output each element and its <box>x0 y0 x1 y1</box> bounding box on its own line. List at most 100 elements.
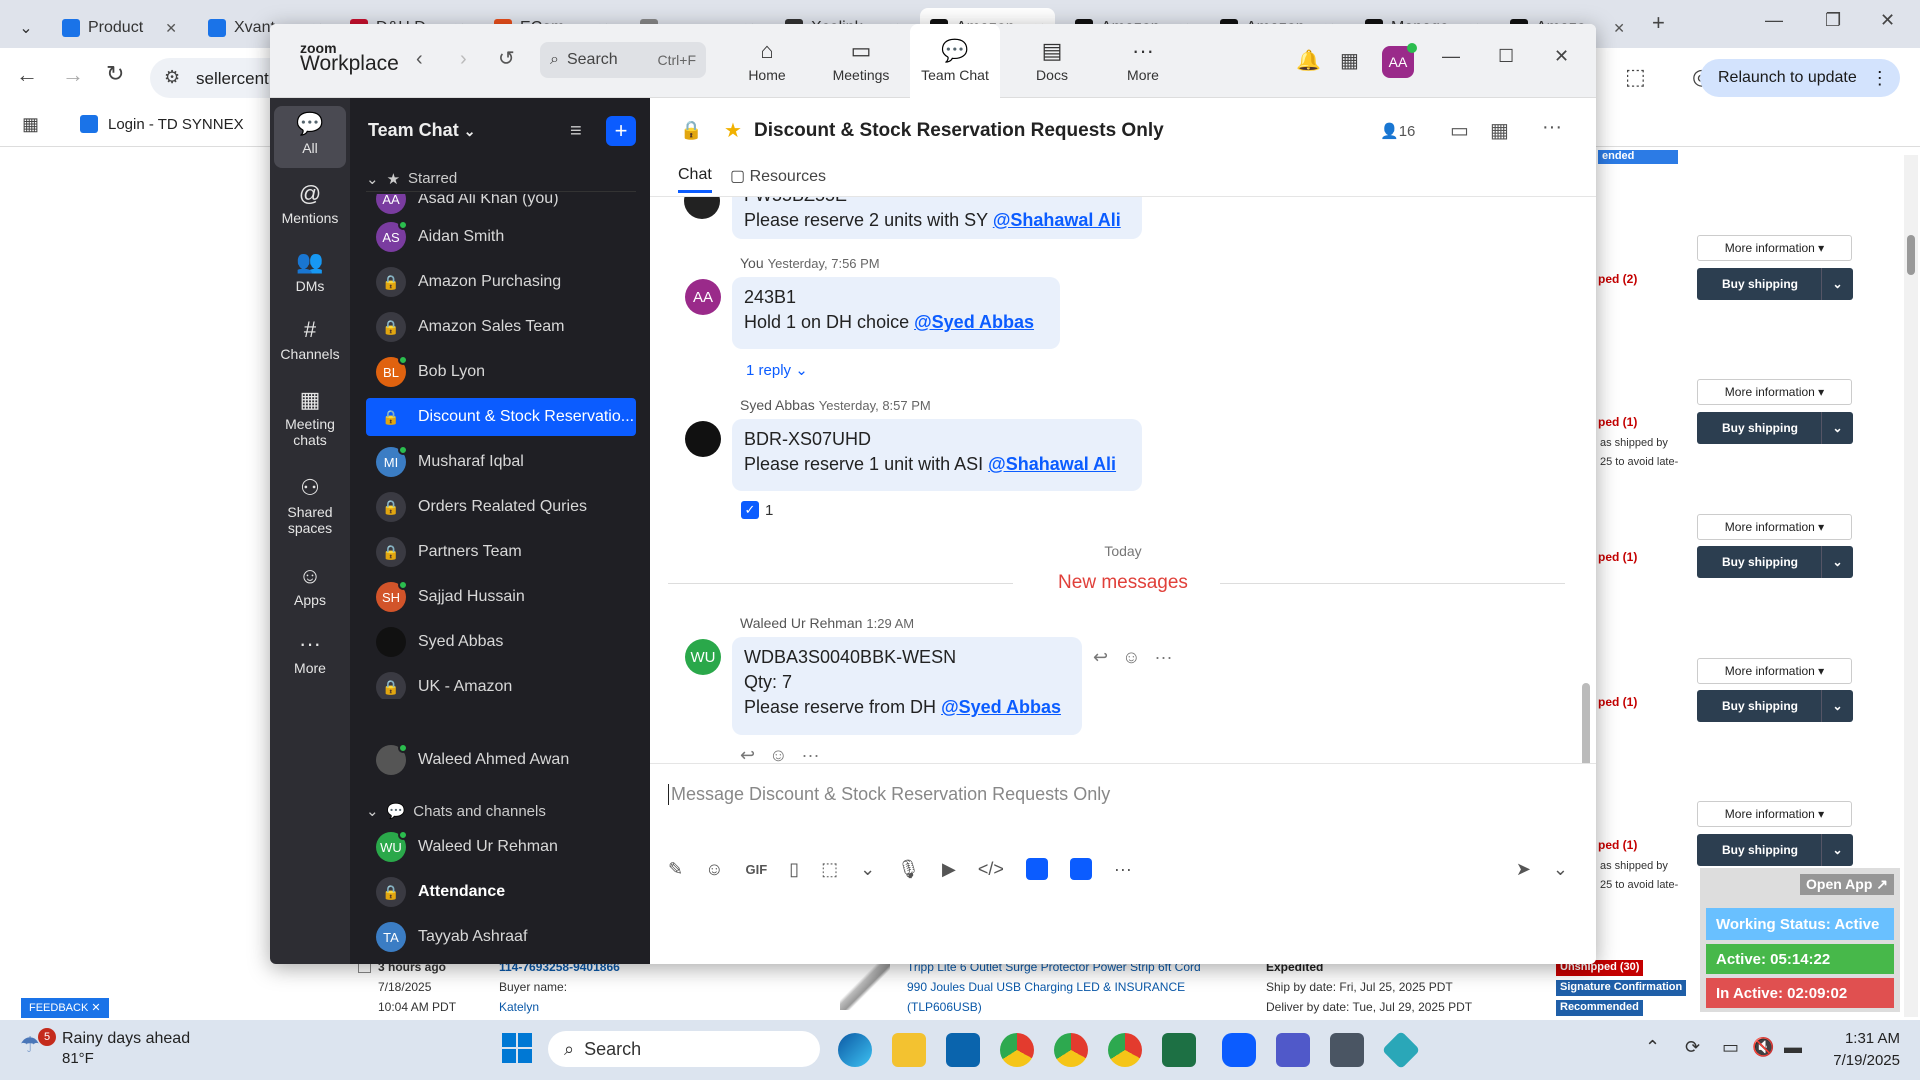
weather-title[interactable]: Rainy days ahead <box>62 1030 190 1048</box>
calendar-icon[interactable]: ▦ <box>1340 48 1359 73</box>
tab-team-chat[interactable]: 💬 Team Chat <box>910 24 1000 98</box>
list-item[interactable]: Waleed Ahmed Awan <box>366 741 636 779</box>
buyer-name-link[interactable]: Katelyn <box>499 1000 539 1014</box>
message-composer[interactable]: Message Discount & Stock Reservation Req… <box>668 784 1568 805</box>
list-item[interactable]: Syed Abbas <box>366 623 636 661</box>
site-settings-icon[interactable]: ⚙ <box>164 67 180 88</box>
filter-icon[interactable]: ≡ <box>570 120 582 143</box>
volume-muted-icon[interactable]: 🔇 <box>1752 1037 1774 1058</box>
file-icon[interactable]: ▯ <box>789 859 799 880</box>
chat-scrollbar[interactable] <box>1582 197 1590 763</box>
rail-item-all[interactable]: 💬 All <box>270 112 350 157</box>
reply-icon[interactable]: ↩ <box>1093 647 1108 668</box>
chevron-down-icon[interactable]: ⌄ <box>1821 268 1853 300</box>
back-icon[interactable]: ← <box>16 62 38 88</box>
code-icon[interactable]: </> <box>978 859 1004 880</box>
list-item[interactable]: 🔒 Partners Team <box>366 533 636 571</box>
list-item[interactable]: 🔒 Orders Realated Quries <box>366 488 636 526</box>
more-vertical-icon[interactable]: ⋮ <box>1871 68 1889 89</box>
tab-more[interactable]: ··· More <box>1088 24 1198 98</box>
extensions-icon[interactable]: ⬚ <box>1625 64 1646 90</box>
file-explorer-icon[interactable] <box>892 1033 926 1067</box>
zoom-app-icon[interactable] <box>1222 1033 1256 1067</box>
team-chat-title[interactable]: Team Chat ⌄ <box>368 120 475 141</box>
bookmark-td-synnex[interactable]: Login - TD SYNNEX <box>108 116 244 133</box>
gif-button[interactable]: GIF <box>745 862 767 877</box>
chevron-down-icon[interactable]: ⌄ <box>860 859 875 880</box>
calendar-icon[interactable]: ▦ <box>1490 118 1509 143</box>
product-image[interactable] <box>840 960 890 1010</box>
list-item[interactable]: 🔒 Amazon Sales Team <box>366 308 636 346</box>
scrollbar-thumb[interactable] <box>1582 683 1590 763</box>
maximize-icon[interactable]: ☐ <box>1498 46 1514 67</box>
close-icon[interactable]: ✕ <box>91 1002 100 1014</box>
edge-icon[interactable] <box>838 1033 872 1067</box>
bell-icon[interactable]: 🔔 <box>1296 48 1321 73</box>
list-item[interactable]: WU Waleed Ur Rehman <box>366 828 636 866</box>
product-title-line2[interactable]: 990 Joules Dual USB Charging LED & INSUR… <box>907 980 1185 994</box>
list-item[interactable]: 🔒 Amazon Purchasing <box>366 263 636 301</box>
more-icon[interactable]: ··· <box>1542 116 1562 139</box>
more-information-button[interactable]: More information ▾ <box>1697 658 1852 684</box>
more-icon[interactable]: ··· <box>801 745 819 763</box>
video-clip-icon[interactable]: ▶ <box>942 859 956 880</box>
rail-item-apps[interactable]: ☺ Apps <box>270 564 350 609</box>
emoji-reaction-icon[interactable]: ☺ <box>1122 647 1140 668</box>
buy-shipping-button[interactable]: Buy shipping ⌄ <box>1697 834 1853 866</box>
chevron-down-icon[interactable]: ⌄ <box>1821 412 1853 444</box>
star-icon[interactable]: ★ <box>724 118 742 143</box>
more-information-button[interactable]: More information ▾ <box>1697 514 1852 540</box>
forward-icon[interactable]: › <box>460 48 467 71</box>
more-information-button[interactable]: More information ▾ <box>1697 235 1852 261</box>
weather-icon[interactable]: ☂ <box>20 1032 40 1058</box>
app-icon[interactable] <box>1025 858 1048 880</box>
channel-title[interactable]: Discount & Stock Reservation Requests On… <box>754 120 1164 142</box>
starred-section-header[interactable]: ⌄ ★ Starred <box>366 166 636 192</box>
rail-item-channels[interactable]: # Channels <box>270 318 350 363</box>
buy-shipping-button[interactable]: Buy shipping ⌄ <box>1697 690 1853 722</box>
chevron-down-icon[interactable]: ⌄ <box>1553 859 1568 880</box>
rail-item-mentions[interactable]: @ Mentions <box>270 182 350 227</box>
tab-search-dropdown[interactable]: ⌄ <box>10 8 42 48</box>
emoji-reaction-icon[interactable]: ☺ <box>769 745 787 763</box>
user-avatar[interactable]: AA <box>1382 43 1417 78</box>
list-item[interactable]: AA Asad Ali Khan (you) <box>366 194 636 218</box>
url-text[interactable]: sellercent <box>196 69 269 89</box>
history-icon[interactable]: ↺ <box>498 46 515 71</box>
mention-link[interactable]: @Syed Abbas <box>941 697 1061 717</box>
tab-resources[interactable]: ▢ Resources <box>730 166 826 186</box>
mention-link[interactable]: @Shahawal Ali <box>993 210 1121 230</box>
reaction-chip[interactable]: ✓ 1 <box>741 501 773 519</box>
list-item-selected[interactable]: 🔒 Discount & Stock Reservatio... <box>366 398 636 436</box>
send-icon[interactable]: ➤ <box>1516 859 1531 880</box>
format-icon[interactable]: ✎ <box>668 859 683 880</box>
sync-icon[interactable]: ⟳ <box>1685 1037 1700 1058</box>
avatar[interactable]: WU <box>685 639 721 675</box>
close-window-icon[interactable]: ✕ <box>1880 10 1895 31</box>
close-icon[interactable]: ✕ <box>1613 20 1625 37</box>
tab-meetings[interactable]: ▭ Meetings <box>806 24 916 98</box>
close-icon[interactable]: ✕ <box>165 20 177 37</box>
reply-icon[interactable]: ↩ <box>740 745 755 763</box>
outlook-icon[interactable] <box>946 1033 980 1067</box>
list-item[interactable]: 🔒 UK - Amazon <box>366 668 636 699</box>
chrome-icon[interactable] <box>1054 1033 1088 1067</box>
maximize-icon[interactable]: ❐ <box>1825 10 1841 31</box>
taskbar-search[interactable]: ⌕ Search <box>548 1031 820 1067</box>
close-icon[interactable]: ✕ <box>1554 46 1569 67</box>
calculator-icon[interactable] <box>1330 1033 1364 1067</box>
page-scrollbar[interactable] <box>1904 155 1918 1017</box>
more-icon[interactable]: ··· <box>1114 859 1132 880</box>
clock-time[interactable]: 1:31 AM <box>1830 1030 1900 1047</box>
minimize-icon[interactable]: — <box>1442 46 1460 67</box>
avatar[interactable]: AA <box>685 279 721 315</box>
buy-shipping-button[interactable]: Buy shipping ⌄ <box>1697 268 1853 300</box>
open-app-button[interactable]: Open App ↗ <box>1800 874 1894 895</box>
scrollbar-thumb[interactable] <box>1907 235 1915 275</box>
feedback-button[interactable]: FEEDBACK ✕ <box>21 998 109 1018</box>
chevron-down-icon[interactable]: ⌄ <box>1821 690 1853 722</box>
list-item[interactable]: MI Musharaf Iqbal <box>366 443 636 481</box>
list-item[interactable]: 🔒 Attendance <box>366 873 636 911</box>
rail-item-more[interactable]: ··· More <box>270 632 350 677</box>
rail-item-dms[interactable]: 👥 DMs <box>270 250 350 295</box>
